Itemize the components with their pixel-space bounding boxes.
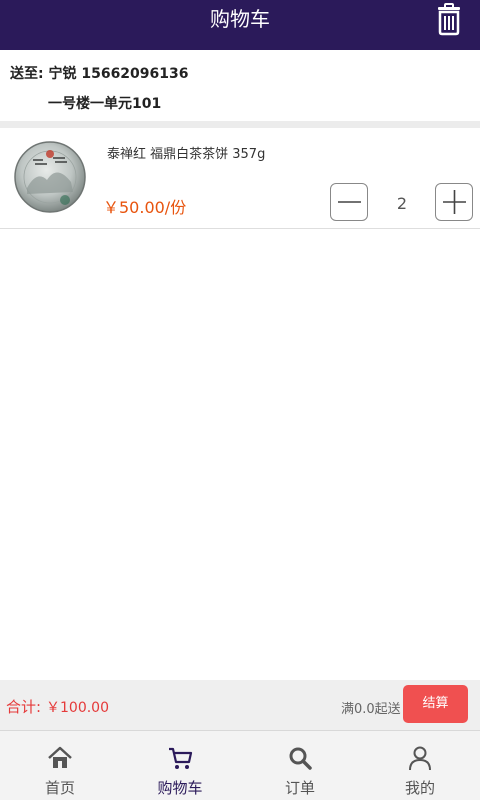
page-title: 购物车	[210, 7, 270, 31]
checkout-bar: 合计: ￥100.00 满0.0起送 结算	[0, 680, 480, 730]
cart-item: 泰禅红 福鼎白茶茶饼 357g ￥50.00/份 2	[0, 128, 480, 229]
bottom-tab-bar: 首页 购物车 订单 我的	[0, 730, 480, 800]
tab-home[interactable]: 首页	[0, 731, 120, 801]
address-detail: 一号楼一单元101	[48, 96, 162, 112]
cart-icon	[169, 747, 193, 769]
delivery-address[interactable]: 送至: 宁锐 15662096136 一号楼一单元101	[0, 50, 480, 121]
tab-cart-label: 购物车	[157, 779, 203, 797]
address-recipient: 送至: 宁锐 15662096136	[10, 66, 189, 82]
tab-home-label: 首页	[44, 779, 75, 797]
search-icon	[289, 747, 312, 770]
product-price: ￥50.00/份	[103, 198, 187, 217]
increase-quantity-button[interactable]	[435, 183, 473, 221]
checkout-button[interactable]: 结算	[403, 685, 468, 723]
trash-icon[interactable]	[432, 2, 466, 36]
minus-icon	[338, 201, 361, 203]
tab-orders[interactable]: 订单	[240, 731, 360, 801]
product-name: 泰禅红 福鼎白茶茶饼 357g	[107, 147, 266, 162]
minimum-order-text: 满0.0起送	[341, 702, 401, 717]
tab-cart[interactable]: 购物车	[120, 731, 240, 801]
app-header: 购物车	[0, 0, 480, 50]
decrease-quantity-button[interactable]	[330, 183, 368, 221]
product-image	[13, 140, 87, 214]
tab-profile[interactable]: 我的	[360, 731, 480, 801]
user-icon	[409, 746, 431, 771]
tab-profile-label: 我的	[404, 779, 435, 797]
plus-icon	[443, 190, 466, 214]
total-amount: ￥100.00	[46, 700, 109, 716]
tab-orders-label: 订单	[284, 779, 315, 797]
home-icon	[48, 746, 72, 768]
section-divider	[0, 121, 480, 128]
quantity-value: 2	[396, 194, 408, 213]
total-label: 合计:	[6, 698, 42, 716]
